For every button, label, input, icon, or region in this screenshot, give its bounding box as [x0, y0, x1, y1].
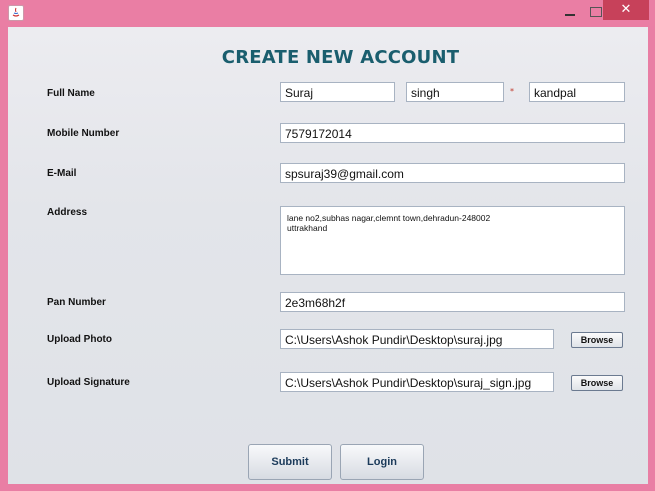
first-name-field[interactable]: Suraj [280, 82, 395, 102]
photo-path-field[interactable]: C:\Users\Ashok Pundir\Desktop\suraj.jpg [280, 329, 554, 349]
email-label: E-Mail [47, 168, 77, 179]
address-label: Address [47, 207, 88, 218]
middle-name-field[interactable]: singh [406, 82, 504, 102]
mobile-number-label: Mobile Number [47, 128, 120, 139]
java-app-icon [8, 5, 24, 21]
login-button[interactable]: Login [340, 444, 424, 480]
address-textarea[interactable]: lane no2,subhas nagar,clemnt town,dehrad… [280, 206, 625, 275]
signature-path-field[interactable]: C:\Users\Ashok Pundir\Desktop\suraj_sign… [280, 372, 554, 392]
page-title: CREATE NEW ACCOUNT [221, 47, 460, 68]
pan-number-label: Pan Number [47, 297, 106, 308]
close-button[interactable]: ✕ [603, 0, 649, 20]
upload-photo-label: Upload Photo [47, 334, 112, 345]
browse-signature-button[interactable]: Browse [571, 375, 623, 391]
email-field[interactable]: spsuraj39@gmail.com [280, 163, 625, 183]
required-marker: * [510, 87, 514, 96]
full-name-label: Full Name [47, 88, 95, 99]
form-panel: CREATE NEW ACCOUNT Full Name Suraj singh… [8, 27, 648, 484]
close-icon: ✕ [620, 2, 632, 17]
submit-button[interactable]: Submit [248, 444, 332, 480]
minimize-button[interactable] [560, 4, 582, 20]
mobile-number-field[interactable]: 7579172014 [280, 123, 625, 143]
app-window: ✕ CREATE NEW ACCOUNT Full Name Suraj sin… [0, 0, 655, 491]
pan-number-field[interactable]: 2e3m68h2f [280, 292, 625, 312]
upload-signature-label: Upload Signature [47, 377, 130, 388]
browse-photo-button[interactable]: Browse [571, 332, 623, 348]
title-bar: ✕ [0, 0, 655, 26]
last-name-field[interactable]: kandpal [529, 82, 625, 102]
